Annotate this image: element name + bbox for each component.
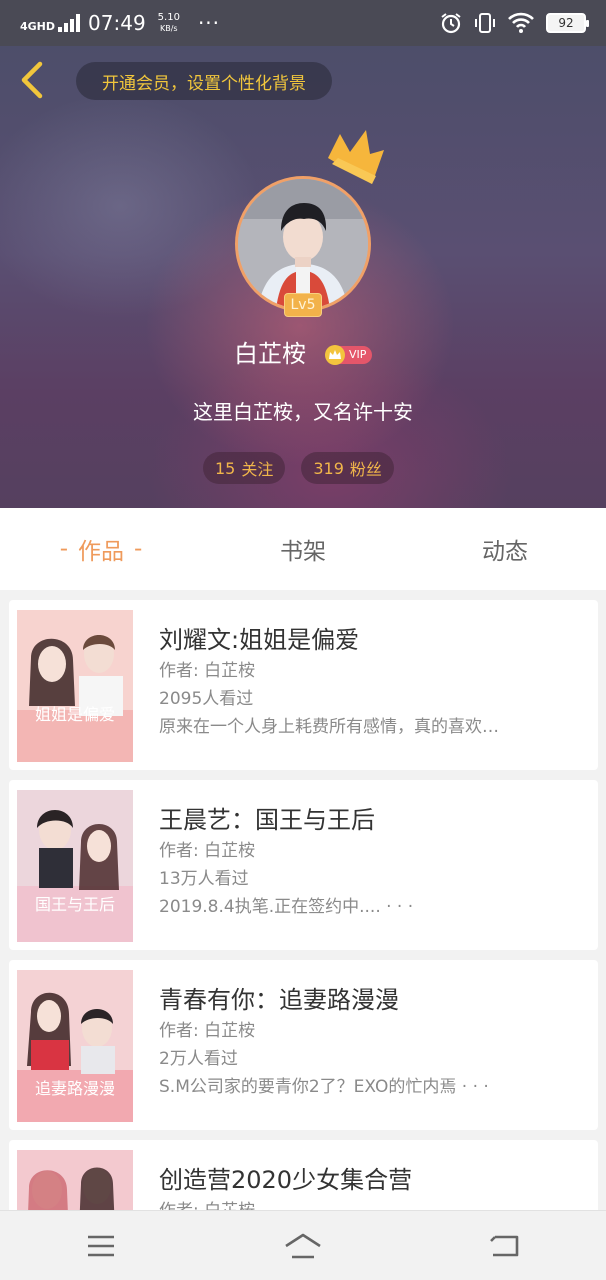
work-card[interactable]: 姐姐是偏爱 刘耀文:姐姐是偏爱 作者: 白芷桉 2095人看过 原来在一个人身上… [9, 600, 598, 770]
status-right: 92 [440, 12, 589, 34]
back-button[interactable] [14, 60, 54, 100]
wifi-icon [508, 12, 534, 33]
network-speed: 5.10 KB/s [158, 12, 180, 34]
tab-activity[interactable]: 动态 [404, 508, 606, 590]
battery-level: 92 [558, 16, 574, 30]
work-description: 原来在一个人身上耗费所有感情，真的喜欢… [159, 717, 499, 737]
book-cover[interactable]: 追妻路漫漫 [17, 970, 133, 1122]
avatar[interactable] [235, 176, 371, 312]
cover-image: 姐姐是偏爱 [17, 610, 133, 762]
vibrate-icon [475, 13, 495, 33]
back-nav-button[interactable] [475, 1221, 535, 1271]
book-cover[interactable]: 国王与王后 [17, 790, 133, 942]
recent-apps-button[interactable] [71, 1221, 131, 1271]
work-card[interactable]: 国王与王后 王晨艺：国王与王后 作者: 白芷桉 13万人看过 2019.8.4执… [9, 780, 598, 950]
signal-icon [58, 14, 81, 32]
clock: 07:49 [88, 11, 146, 35]
menu-icon [88, 1235, 114, 1256]
following-label: 关注 [241, 460, 274, 479]
return-icon [490, 1235, 519, 1256]
avatar-image [238, 179, 368, 309]
profile-bio: 这里白芷桉，又名许十安 [193, 400, 413, 424]
work-author: 作者: 白芷桉 [159, 1021, 256, 1041]
network-indicator: 4GHD [20, 14, 81, 33]
profile-stats: 15 关注 319 粉丝 [203, 452, 394, 484]
home-button[interactable] [273, 1221, 333, 1271]
username: 白芷桉 [234, 340, 306, 368]
tab-dash-left: - [59, 536, 68, 562]
following-count: 15 [215, 458, 236, 478]
tab-dash-right: - [134, 536, 143, 562]
more-notifications-icon: ··· [197, 11, 221, 35]
network-type: 4GHD [20, 20, 56, 33]
home-icon [285, 1233, 321, 1258]
work-description: 2019.8.4执笔.正在签约中.... · · · [159, 897, 414, 917]
level-badge: Lv5 [284, 293, 322, 317]
works-list: 姐姐是偏爱 刘耀文:姐姐是偏爱 作者: 白芷桉 2095人看过 原来在一个人身上… [0, 590, 606, 1210]
work-title: 创造营2020少女集合营 [159, 1166, 413, 1194]
work-views: 2万人看过 [159, 1049, 238, 1069]
followers-label: 粉丝 [349, 460, 382, 479]
cover-title: 国王与王后 [35, 895, 115, 914]
chevron-left-icon [21, 61, 43, 99]
vip-badge: VIP [325, 344, 373, 366]
speed-value: 5.10 [157, 12, 180, 23]
followers-button[interactable]: 319 粉丝 [301, 452, 394, 484]
profile-tabs: - 作品 - 书架 动态 [0, 508, 606, 590]
work-title: 刘耀文:姐姐是偏爱 [159, 626, 360, 654]
vip-background-banner[interactable]: 开通会员，设置个性化背景 [76, 62, 332, 100]
tab-label: 作品 [78, 539, 124, 565]
followers-count: 319 [313, 458, 344, 478]
status-left: 4GHD 07:49 5.10 KB/s ··· [20, 11, 220, 35]
system-nav-bar [0, 1210, 606, 1280]
work-title: 青春有你：追妻路漫漫 [159, 986, 399, 1014]
tab-label: 动态 [482, 539, 528, 565]
status-bar: 4GHD 07:49 5.10 KB/s ··· 92 [0, 0, 606, 46]
work-title: 王晨艺：国王与王后 [159, 806, 375, 834]
work-views: 13万人看过 [159, 869, 249, 889]
cover-image [17, 1150, 133, 1210]
battery-icon: 92 [546, 13, 589, 33]
cover-image: 国王与王后 [17, 790, 133, 942]
alarm-icon [441, 13, 461, 34]
speed-unit: KB/s [160, 24, 178, 33]
cover-image: 追妻路漫漫 [17, 970, 133, 1122]
work-description: S.M公司家的要青你2了？EXO的忙内焉 · · · [159, 1077, 489, 1097]
vip-crown-icon [325, 345, 345, 365]
work-card[interactable]: 创造营2020少女集合营 作者: 白芷桉 [9, 1140, 598, 1210]
work-author: 作者: 白芷桉 [159, 841, 256, 861]
book-cover[interactable] [17, 1150, 133, 1210]
cover-title: 姐姐是偏爱 [35, 705, 115, 724]
work-author: 作者: 白芷桉 [159, 661, 256, 681]
book-cover[interactable]: 姐姐是偏爱 [17, 610, 133, 762]
tab-label: 书架 [280, 539, 326, 565]
work-author: 作者: 白芷桉 [159, 1196, 255, 1210]
tab-works[interactable]: - 作品 - [0, 508, 202, 590]
following-button[interactable]: 15 关注 [203, 452, 286, 484]
work-card[interactable]: 追妻路漫漫 青春有你：追妻路漫漫 作者: 白芷桉 2万人看过 S.M公司家的要青… [9, 960, 598, 1130]
crown-icon [328, 130, 384, 184]
cover-title: 追妻路漫漫 [35, 1079, 115, 1098]
work-views: 2095人看过 [159, 689, 254, 709]
profile-header: 开通会员，设置个性化背景 Lv5 白芷桉 VIP 这里白芷桉，又名许十安 15 … [0, 46, 606, 508]
tab-bookshelf[interactable]: 书架 [202, 508, 404, 590]
